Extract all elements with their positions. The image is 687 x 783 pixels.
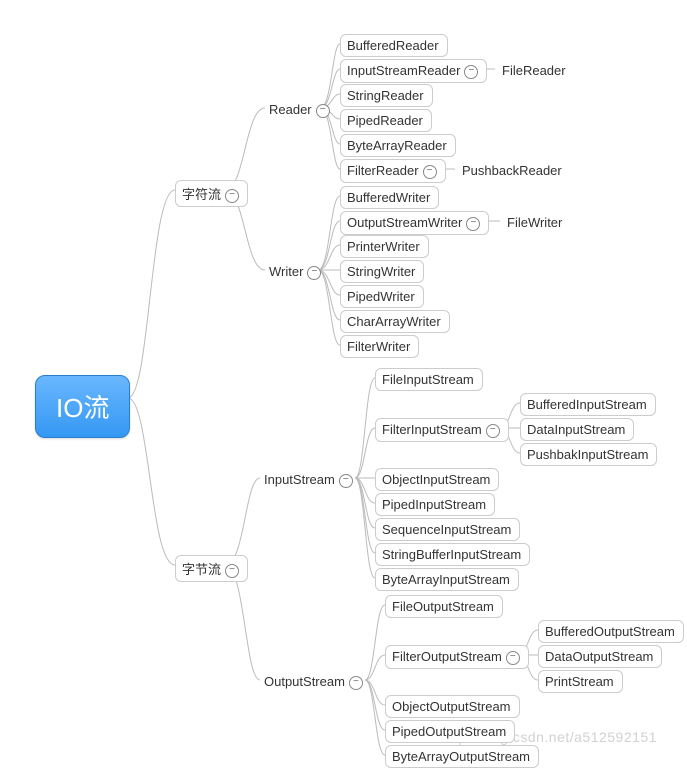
node-label: StringReader [347, 88, 424, 103]
node-stringbufferinputstream[interactable]: StringBufferInputStream [375, 543, 530, 566]
node-datainputstream[interactable]: DataInputStream [520, 418, 634, 441]
node-filterreader[interactable]: FilterReader− [340, 159, 446, 183]
node-dataoutputstream[interactable]: DataOutputStream [538, 645, 662, 668]
node-stringwriter[interactable]: StringWriter [340, 260, 424, 283]
node-label: DataOutputStream [545, 649, 653, 664]
node-fileoutputstream[interactable]: FileOutputStream [385, 595, 503, 618]
node-filereader[interactable]: FileReader [498, 61, 570, 80]
node-pipedwriter[interactable]: PipedWriter [340, 285, 424, 308]
node-label: ByteArrayInputStream [382, 572, 510, 587]
node-label: PipedOutputStream [392, 724, 506, 739]
node-printerwriter[interactable]: PrinterWriter [340, 235, 429, 258]
node-chararraywriter[interactable]: CharArrayWriter [340, 310, 450, 333]
node-outputstreamwriter[interactable]: OutputStreamWriter− [340, 211, 489, 235]
node-outputstream[interactable]: OutputStream− [260, 672, 367, 692]
node-label: PushbakInputStream [527, 447, 648, 462]
node-label: PipedInputStream [382, 497, 486, 512]
node-label: OutputStream [264, 674, 345, 689]
node-label: FilterInputStream [382, 422, 482, 437]
node-label: PrinterWriter [347, 239, 420, 254]
node-filterwriter[interactable]: FilterWriter [340, 335, 419, 358]
node-bufferedinputstream[interactable]: BufferedInputStream [520, 393, 656, 416]
collapse-icon[interactable]: − [506, 651, 520, 665]
collapse-icon[interactable]: − [466, 217, 480, 231]
node-pipedoutputstream[interactable]: PipedOutputStream [385, 720, 515, 743]
collapse-icon[interactable]: − [464, 65, 478, 79]
node-label: PushbackReader [462, 163, 562, 178]
node-label: FileWriter [507, 215, 562, 230]
node-pushbackreader[interactable]: PushbackReader [458, 161, 566, 180]
node-bytearrayreader[interactable]: ByteArrayReader [340, 134, 456, 157]
collapse-icon[interactable]: − [339, 474, 353, 488]
node-sequenceinputstream[interactable]: SequenceInputStream [375, 518, 520, 541]
node-label: StringWriter [347, 264, 415, 279]
node-objectoutputstream[interactable]: ObjectOutputStream [385, 695, 520, 718]
node-label: DataInputStream [527, 422, 625, 437]
node-label: InputStream [264, 472, 335, 487]
collapse-icon[interactable]: − [349, 676, 363, 690]
node-reader[interactable]: Reader− [265, 100, 334, 120]
node-label: CharArrayWriter [347, 314, 441, 329]
node-pipedreader[interactable]: PipedReader [340, 109, 432, 132]
node-fileinputstream[interactable]: FileInputStream [375, 368, 483, 391]
node-pushbakinputstream[interactable]: PushbakInputStream [520, 443, 657, 466]
node-label: OutputStreamWriter [347, 215, 462, 230]
node-filterinputstream[interactable]: FilterInputStream− [375, 418, 509, 442]
node-label: 字节流 [182, 562, 221, 577]
node-writer[interactable]: Writer− [265, 262, 325, 282]
node-bytearrayinputstream[interactable]: ByteArrayInputStream [375, 568, 519, 591]
node-filteroutputstream[interactable]: FilterOutputStream− [385, 645, 529, 669]
node-label: BufferedInputStream [527, 397, 647, 412]
root-node[interactable]: IO流 [35, 375, 130, 438]
node-filewriter[interactable]: FileWriter [503, 213, 566, 232]
node-label: ObjectInputStream [382, 472, 490, 487]
node-label: FileReader [502, 63, 566, 78]
node-label: FilterReader [347, 163, 419, 178]
node-printstream[interactable]: PrintStream [538, 670, 623, 693]
collapse-icon[interactable]: − [316, 104, 330, 118]
node-label: StringBufferInputStream [382, 547, 521, 562]
node-label: PipedWriter [347, 289, 415, 304]
node-label: 字符流 [182, 187, 221, 202]
node-label: ByteArrayOutputStream [392, 749, 530, 764]
node-label: SequenceInputStream [382, 522, 511, 537]
node-bufferedoutputstream[interactable]: BufferedOutputStream [538, 620, 684, 643]
node-label: PrintStream [545, 674, 614, 689]
node-label: ByteArrayReader [347, 138, 447, 153]
node-label: BufferedReader [347, 38, 439, 53]
category-char-stream[interactable]: 字符流− [175, 180, 248, 207]
node-stringreader[interactable]: StringReader [340, 84, 433, 107]
node-label: ObjectOutputStream [392, 699, 511, 714]
collapse-icon[interactable]: − [423, 165, 437, 179]
collapse-icon[interactable]: − [225, 564, 239, 578]
node-label: FileInputStream [382, 372, 474, 387]
node-bytearrayoutputstream[interactable]: ByteArrayOutputStream [385, 745, 539, 768]
node-label: Reader [269, 102, 312, 117]
node-label: BufferedWriter [347, 190, 430, 205]
collapse-icon[interactable]: − [307, 266, 321, 280]
node-label: FilterWriter [347, 339, 410, 354]
node-label: BufferedOutputStream [545, 624, 675, 639]
node-label: FileOutputStream [392, 599, 494, 614]
node-label: InputStreamReader [347, 63, 460, 78]
node-bufferedwriter[interactable]: BufferedWriter [340, 186, 439, 209]
node-inputstream[interactable]: InputStream− [260, 470, 357, 490]
category-byte-stream[interactable]: 字节流− [175, 555, 248, 582]
node-bufferedreader[interactable]: BufferedReader [340, 34, 448, 57]
node-inputstreamreader[interactable]: InputStreamReader− [340, 59, 487, 83]
node-objectinputstream[interactable]: ObjectInputStream [375, 468, 499, 491]
root-label: IO流 [56, 393, 109, 423]
node-label: Writer [269, 264, 303, 279]
node-pipedinputstream[interactable]: PipedInputStream [375, 493, 495, 516]
collapse-icon[interactable]: − [225, 189, 239, 203]
node-label: PipedReader [347, 113, 423, 128]
collapse-icon[interactable]: − [486, 424, 500, 438]
node-label: FilterOutputStream [392, 649, 502, 664]
